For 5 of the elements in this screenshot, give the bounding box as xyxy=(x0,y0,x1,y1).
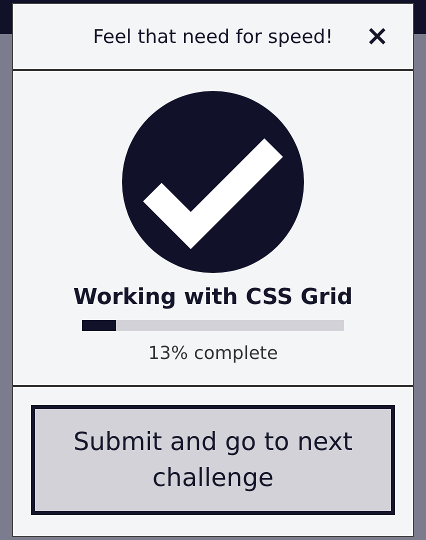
close-button[interactable]: × xyxy=(362,22,393,50)
challenge-title: Working with CSS Grid xyxy=(73,285,353,310)
modal-title: Feel that need for speed! xyxy=(93,26,333,48)
submit-button[interactable]: Submit and go to next challenge xyxy=(31,405,395,515)
progress-text: 13% complete xyxy=(148,343,278,364)
